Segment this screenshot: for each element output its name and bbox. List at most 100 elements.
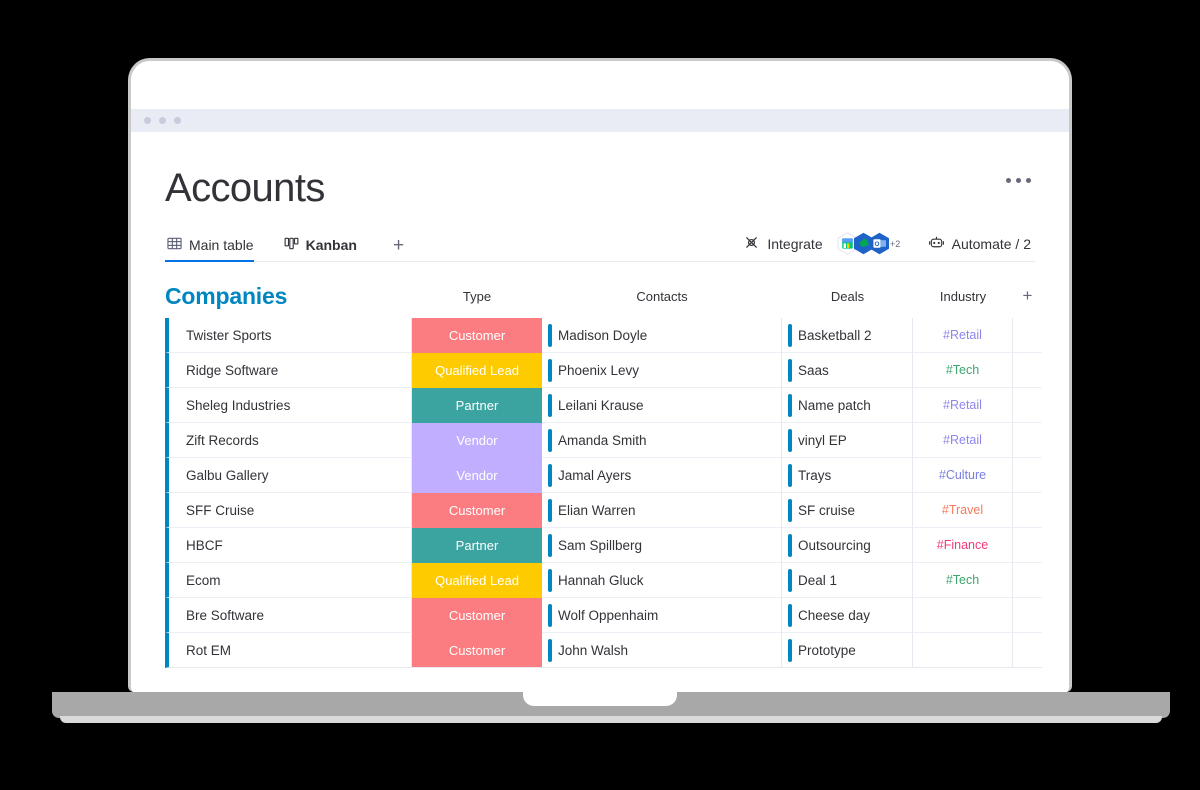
add-column-button[interactable]: + [1013, 286, 1042, 306]
cell-type-status[interactable]: Qualified Lead [412, 353, 542, 388]
cell-type-status[interactable]: Vendor [412, 423, 542, 458]
cell-type-status[interactable]: Vendor [412, 458, 542, 493]
cell-contact[interactable]: Phoenix Levy [542, 353, 782, 388]
table-row[interactable]: SFF Cruise Customer Elian Warren SF cruise #… [165, 493, 1042, 528]
cell-contact[interactable]: Elian Warren [542, 493, 782, 528]
cell-deal[interactable]: vinyl EP [782, 423, 913, 458]
cell-industry-tag[interactable]: #Retail [913, 423, 1013, 458]
cell-deal[interactable]: Name patch [782, 388, 913, 423]
cell-deal[interactable]: Cheese day [782, 598, 913, 633]
board-tools: Integrate O +2 Automate / 2 [739, 232, 1035, 261]
cell-type-status[interactable]: Customer [412, 318, 542, 353]
cell-type-status[interactable]: Customer [412, 493, 542, 528]
integrate-label: Integrate [767, 235, 823, 252]
window-dot-maximize[interactable] [174, 117, 181, 124]
cell-company[interactable]: Sheleg Industries [165, 388, 412, 423]
cell-add-column[interactable] [1013, 563, 1042, 598]
cell-company[interactable]: Bre Software [165, 598, 412, 633]
table-row[interactable]: Ridge Software Qualified Lead Phoenix Levy… [165, 353, 1042, 388]
cell-company[interactable]: Galbu Gallery [165, 458, 412, 493]
cell-company[interactable]: SFF Cruise [165, 493, 412, 528]
cell-add-column[interactable] [1013, 458, 1042, 493]
cell-industry-tag[interactable]: #Finance [913, 528, 1013, 563]
cell-contact[interactable]: Jamal Ayers [542, 458, 782, 493]
cell-contact[interactable]: Madison Doyle [542, 318, 782, 353]
cell-type-status[interactable]: Partner [412, 528, 542, 563]
cell-industry-tag[interactable] [913, 633, 1013, 668]
cell-deal[interactable]: Saas [782, 353, 913, 388]
cell-company[interactable]: Twister Sports [165, 318, 412, 353]
cell-industry-tag[interactable]: #Travel [913, 493, 1013, 528]
table-row[interactable]: Zift Records Vendor Amanda Smith vinyl EP #R… [165, 423, 1042, 458]
cell-type-status[interactable]: Customer [412, 633, 542, 668]
cell-add-column[interactable] [1013, 598, 1042, 633]
group-title: Companies [165, 282, 288, 309]
browser-titlebar [131, 109, 1069, 132]
add-view-button[interactable]: + [385, 236, 412, 261]
cell-type-status[interactable]: Partner [412, 388, 542, 423]
table-body: Twister Sports Customer Madison Doyle Baske… [165, 318, 1042, 668]
table-row[interactable]: Ecom Qualified Lead Hannah Gluck Deal 1 #Tec… [165, 563, 1042, 598]
cell-contact[interactable]: Leilani Krause [542, 388, 782, 423]
cell-deal[interactable]: Prototype [782, 633, 913, 668]
table-row[interactable]: Bre Software Customer Wolf Oppenhaim Cheese… [165, 598, 1042, 633]
table-grid-icon [167, 236, 182, 254]
window-dot-minimize[interactable] [159, 117, 166, 124]
cell-deal[interactable]: SF cruise [782, 493, 913, 528]
cell-add-column[interactable] [1013, 493, 1042, 528]
cell-industry-tag[interactable]: #Retail [913, 318, 1013, 353]
cell-add-column[interactable] [1013, 423, 1042, 458]
cell-contact[interactable]: John Walsh [542, 633, 782, 668]
cell-company[interactable]: Ecom [165, 563, 412, 598]
cell-deal[interactable]: Deal 1 [782, 563, 913, 598]
table-row[interactable]: Sheleg Industries Partner Leilani Krause Na… [165, 388, 1042, 423]
cell-deal[interactable]: Basketball 2 [782, 318, 913, 353]
cell-contact[interactable]: Amanda Smith [542, 423, 782, 458]
tab-kanban[interactable]: Kanban [282, 236, 367, 261]
cell-type-status[interactable]: Customer [412, 598, 542, 633]
table-row[interactable]: HBCF Partner Sam Spillberg Outsourcing #Fina… [165, 528, 1042, 563]
cell-add-column[interactable] [1013, 318, 1042, 353]
tab-main-table[interactable]: Main table [165, 236, 264, 262]
cell-industry-tag[interactable]: #Culture [913, 458, 1013, 493]
cell-deal[interactable]: Outsourcing [782, 528, 913, 563]
column-header-industry[interactable]: Industry [913, 289, 1013, 304]
window-dot-close[interactable] [144, 117, 151, 124]
cell-contact[interactable]: Hannah Gluck [542, 563, 782, 598]
laptop-base-lip [60, 716, 1162, 723]
cell-deal[interactable]: Trays [782, 458, 913, 493]
more-options-button[interactable] [1002, 168, 1035, 193]
svg-text:O: O [874, 241, 879, 248]
tab-label: Kanban [305, 237, 357, 253]
integrate-button[interactable]: Integrate [739, 234, 826, 254]
outlook-app-icon: O [869, 232, 890, 255]
cell-add-column[interactable] [1013, 528, 1042, 563]
cell-add-column[interactable] [1013, 633, 1042, 668]
cell-add-column[interactable] [1013, 388, 1042, 423]
cell-contact[interactable]: Sam Spillberg [542, 528, 782, 563]
cell-company[interactable]: Rot EM [165, 633, 412, 668]
cell-company[interactable]: HBCF [165, 528, 412, 563]
cell-type-status[interactable]: Qualified Lead [412, 563, 542, 598]
table-row[interactable]: Galbu Gallery Vendor Jamal Ayers Trays #Cult… [165, 458, 1042, 493]
cell-industry-tag[interactable]: #Tech [913, 353, 1013, 388]
cell-add-column[interactable] [1013, 353, 1042, 388]
table-row[interactable]: Rot EM Customer John Walsh Prototype [165, 633, 1042, 668]
cell-industry-tag[interactable]: #Tech [913, 563, 1013, 598]
table-row[interactable]: Twister Sports Customer Madison Doyle Baske… [165, 318, 1042, 353]
integration-apps-stack[interactable]: O +2 [837, 232, 906, 255]
cell-company[interactable]: Ridge Software [165, 353, 412, 388]
page-title: Accounts [165, 166, 325, 210]
column-header-contacts[interactable]: Contacts [542, 289, 782, 304]
automate-label: Automate / 2 [951, 235, 1031, 252]
column-header-deals[interactable]: Deals [782, 289, 913, 304]
cell-company[interactable]: Zift Records [165, 423, 412, 458]
kebab-dot [1026, 178, 1031, 183]
cell-industry-tag[interactable] [913, 598, 1013, 633]
automate-button[interactable]: Automate / 2 [924, 234, 1035, 254]
laptop-screen: Accounts Main table Kanban + Integrate O… [128, 58, 1072, 692]
cell-contact[interactable]: Wolf Oppenhaim [542, 598, 782, 633]
column-header-type[interactable]: Type [412, 289, 542, 304]
view-tabs: Main table Kanban + [165, 230, 412, 262]
cell-industry-tag[interactable]: #Retail [913, 388, 1013, 423]
